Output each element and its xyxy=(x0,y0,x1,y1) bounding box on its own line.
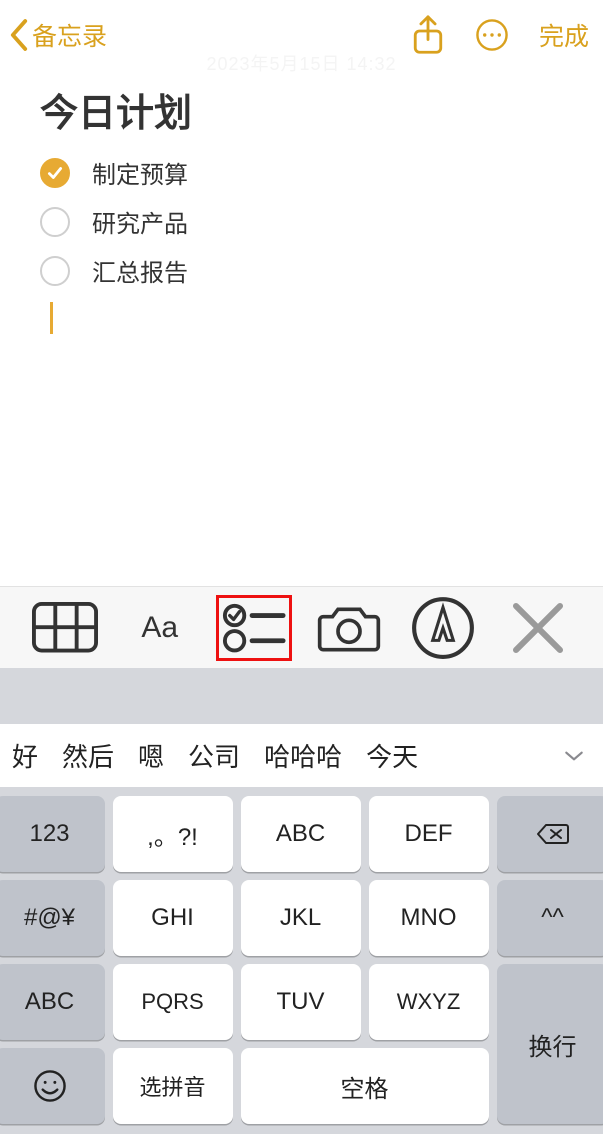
suggestion-item[interactable]: 公司 xyxy=(188,737,240,774)
checklist-text[interactable]: 研究产品 xyxy=(92,204,188,239)
key-def[interactable]: DEF xyxy=(369,796,489,872)
ellipsis-circle-icon xyxy=(475,18,509,52)
app-root: 备忘录 完成 2023年5月15日 14:32 xyxy=(0,0,603,1134)
text-format-button[interactable]: Aa xyxy=(127,600,193,656)
back-label: 备忘录 xyxy=(32,17,107,53)
markup-icon xyxy=(410,595,476,661)
key-ghi[interactable]: GHI xyxy=(113,880,233,956)
checklist-item[interactable]: 研究产品 xyxy=(40,204,573,239)
key-jkl[interactable]: JKL xyxy=(241,880,361,956)
close-icon xyxy=(505,595,571,661)
table-button[interactable] xyxy=(32,600,98,656)
format-toolbar: Aa xyxy=(0,586,603,668)
key-emoji[interactable] xyxy=(0,1048,105,1124)
checklist-icon xyxy=(221,600,287,654)
share-button[interactable] xyxy=(411,18,445,52)
checklist-text[interactable]: 制定预算 xyxy=(92,155,188,190)
text-format-label: Aa xyxy=(141,611,178,645)
close-keyboard-button[interactable] xyxy=(505,600,571,656)
checklist-item[interactable]: 制定预算 xyxy=(40,155,573,190)
camera-icon xyxy=(316,602,382,653)
chevron-down-icon xyxy=(563,749,585,763)
key-punct[interactable]: ,。?! xyxy=(113,796,233,872)
suggestion-item[interactable]: 今天 xyxy=(366,737,418,774)
checklist-item[interactable]: 汇总报告 xyxy=(40,253,573,288)
ime-suggestions: 好 然后 嗯 公司 哈哈哈 今天 xyxy=(0,724,603,788)
key-abc-mode[interactable]: ABC xyxy=(0,964,105,1040)
key-return[interactable]: 换行 xyxy=(497,964,603,1124)
checkbox-checked[interactable] xyxy=(40,158,70,188)
suggestion-item[interactable]: 好 xyxy=(12,737,38,774)
key-tuv[interactable]: TUV xyxy=(241,964,361,1040)
keyboard: 123 ,。?! ABC DEF #@¥ GHI JKL MNO ^^ ABC … xyxy=(0,788,603,1134)
suggestion-item[interactable]: 然后 xyxy=(62,737,114,774)
keyboard-gap xyxy=(0,668,603,724)
backspace-icon xyxy=(536,817,570,851)
key-abc[interactable]: ABC xyxy=(241,796,361,872)
table-icon xyxy=(32,602,98,652)
key-backspace[interactable] xyxy=(497,796,603,872)
checkbox-unchecked[interactable] xyxy=(40,207,70,237)
suggestions-collapse-button[interactable] xyxy=(545,724,603,788)
checkbox-unchecked[interactable] xyxy=(40,256,70,286)
key-space[interactable]: 空格 xyxy=(241,1048,489,1124)
camera-button[interactable] xyxy=(316,600,382,656)
back-button[interactable]: 备忘录 xyxy=(8,17,107,53)
key-123[interactable]: 123 xyxy=(0,796,105,872)
markup-button[interactable] xyxy=(410,600,476,656)
key-kaomoji[interactable]: ^^ xyxy=(497,880,603,956)
done-button[interactable]: 完成 xyxy=(539,17,589,53)
key-wxyz[interactable]: WXYZ xyxy=(369,964,489,1040)
key-select-pinyin[interactable]: 选拼音 xyxy=(113,1048,233,1124)
note-title[interactable]: 今日计划 xyxy=(40,82,573,137)
nav-actions: 完成 xyxy=(411,17,589,53)
suggestion-item[interactable]: 哈哈哈 xyxy=(264,737,342,774)
suggestion-item[interactable]: 嗯 xyxy=(138,737,164,774)
key-pqrs[interactable]: PQRS xyxy=(113,964,233,1040)
key-symbols[interactable]: #@¥ xyxy=(0,880,105,956)
chevron-left-icon xyxy=(8,18,30,52)
key-mno[interactable]: MNO xyxy=(369,880,489,956)
more-button[interactable] xyxy=(475,18,509,52)
emoji-icon xyxy=(33,1069,67,1103)
checklist-button[interactable] xyxy=(221,600,287,656)
note-body[interactable]: 今日计划 制定预算 研究产品 汇总报告 xyxy=(0,70,603,586)
text-cursor xyxy=(50,302,53,334)
check-icon xyxy=(46,164,64,182)
checklist-text[interactable]: 汇总报告 xyxy=(92,253,188,288)
